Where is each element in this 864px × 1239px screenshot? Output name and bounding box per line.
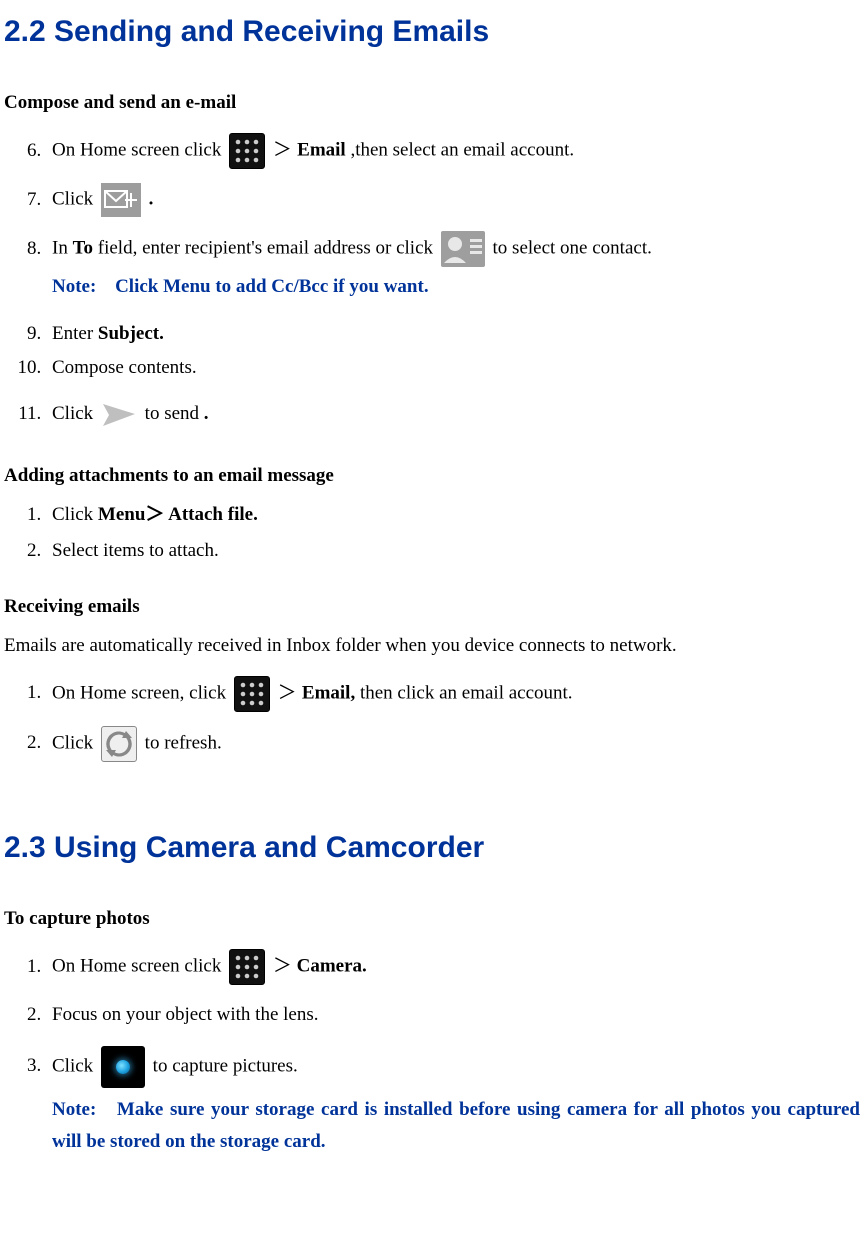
- step-text: On Home screen, click: [52, 682, 231, 703]
- step-text: ,then select an email account.: [350, 140, 574, 161]
- step-text: Focus on your object with the lens.: [52, 1004, 319, 1025]
- note-body: Click Menu to add Cc/Bcc if you want.: [115, 276, 429, 297]
- step-text: Click: [52, 504, 98, 525]
- list-item: Select items to attach.: [46, 535, 860, 567]
- note-text: Note: Make sure your storage card is ins…: [52, 1094, 860, 1159]
- section-heading-2-3: 2.3 Using Camera and Camcorder: [4, 822, 860, 873]
- step-text: field, enter recipient's email address o…: [98, 238, 438, 259]
- apps-grid-icon: [229, 949, 265, 985]
- list-item: In To field, enter recipient's email add…: [46, 231, 860, 303]
- receiving-steps-list: On Home screen, click ＞ Email, then clic…: [4, 676, 860, 762]
- list-item: On Home screen click ＞ Email ,then selec…: [46, 133, 860, 169]
- list-item: Click to refresh.: [46, 726, 860, 762]
- attachments-subheader: Adding attachments to an email message: [4, 460, 860, 492]
- list-item: Click to send .: [46, 398, 860, 430]
- step-text: then click an email account.: [360, 682, 573, 703]
- list-item: On Home screen, click ＞ Email, then clic…: [46, 676, 860, 712]
- list-item: Compose contents.: [46, 352, 860, 384]
- step-text: Click: [52, 1055, 98, 1076]
- refresh-icon: [101, 726, 137, 762]
- contact-picker-icon: [441, 231, 485, 267]
- capture-steps-list: On Home screen click ＞ Camera. Focus on …: [4, 949, 860, 1158]
- step-text: to select one contact.: [493, 238, 652, 259]
- step-text: Enter: [52, 323, 98, 344]
- receiving-intro: Emails are automatically received in Inb…: [4, 630, 860, 662]
- chevron-icon: ＞: [273, 956, 292, 977]
- attachments-steps-list: Click Menu＞ Attach file. Select items to…: [4, 499, 860, 568]
- section-heading-2-2: 2.2 Sending and Receiving Emails: [4, 6, 860, 57]
- step-text: Subject.: [98, 323, 164, 344]
- camera-shutter-icon: [101, 1046, 145, 1088]
- step-text: Email: [297, 140, 346, 161]
- note-text: Note: Click Menu to add Cc/Bcc if you wa…: [52, 271, 860, 303]
- compose-email-icon: [101, 183, 141, 217]
- step-text: To: [73, 238, 93, 259]
- send-icon: [101, 400, 137, 430]
- step-text: to send: [145, 403, 199, 424]
- compose-steps-list: On Home screen click ＞ Email ,then selec…: [4, 133, 860, 430]
- step-text: On Home screen click: [52, 956, 226, 977]
- list-item: Focus on your object with the lens.: [46, 999, 860, 1031]
- list-item: Click Menu＞ Attach file.: [46, 499, 860, 531]
- step-text: Click: [52, 403, 98, 424]
- step-text: Menu＞ Attach file.: [98, 504, 258, 525]
- compose-subheader: Compose and send an e-mail: [4, 87, 860, 119]
- step-text: Camera.: [297, 956, 367, 977]
- chevron-icon: ＞: [273, 140, 297, 161]
- apps-grid-icon: [229, 133, 265, 169]
- step-text: .: [149, 189, 154, 210]
- list-item: Enter Subject.: [46, 318, 860, 350]
- step-text: Click: [52, 732, 98, 753]
- note-label: Note:: [52, 1099, 96, 1120]
- capture-subheader: To capture photos: [4, 903, 860, 935]
- list-item: On Home screen click ＞ Camera.: [46, 949, 860, 985]
- list-item: Click .: [46, 183, 860, 217]
- apps-grid-icon: [234, 676, 270, 712]
- receiving-subheader: Receiving emails: [4, 591, 860, 623]
- step-text: Select items to attach.: [52, 540, 219, 561]
- step-text: to refresh.: [145, 732, 222, 753]
- step-text: Compose contents.: [52, 357, 197, 378]
- note-label: Note:: [52, 276, 96, 297]
- step-text: Email,: [302, 682, 355, 703]
- list-item: Click to capture pictures. Note: Make su…: [46, 1046, 860, 1159]
- step-text: Click: [52, 189, 98, 210]
- note-body: Make sure your storage card is installed…: [52, 1099, 860, 1152]
- step-text: In: [52, 238, 73, 259]
- chevron-icon: ＞: [278, 682, 302, 703]
- step-text: .: [204, 403, 209, 424]
- step-text: to capture pictures.: [153, 1055, 298, 1076]
- step-text: On Home screen click: [52, 140, 226, 161]
